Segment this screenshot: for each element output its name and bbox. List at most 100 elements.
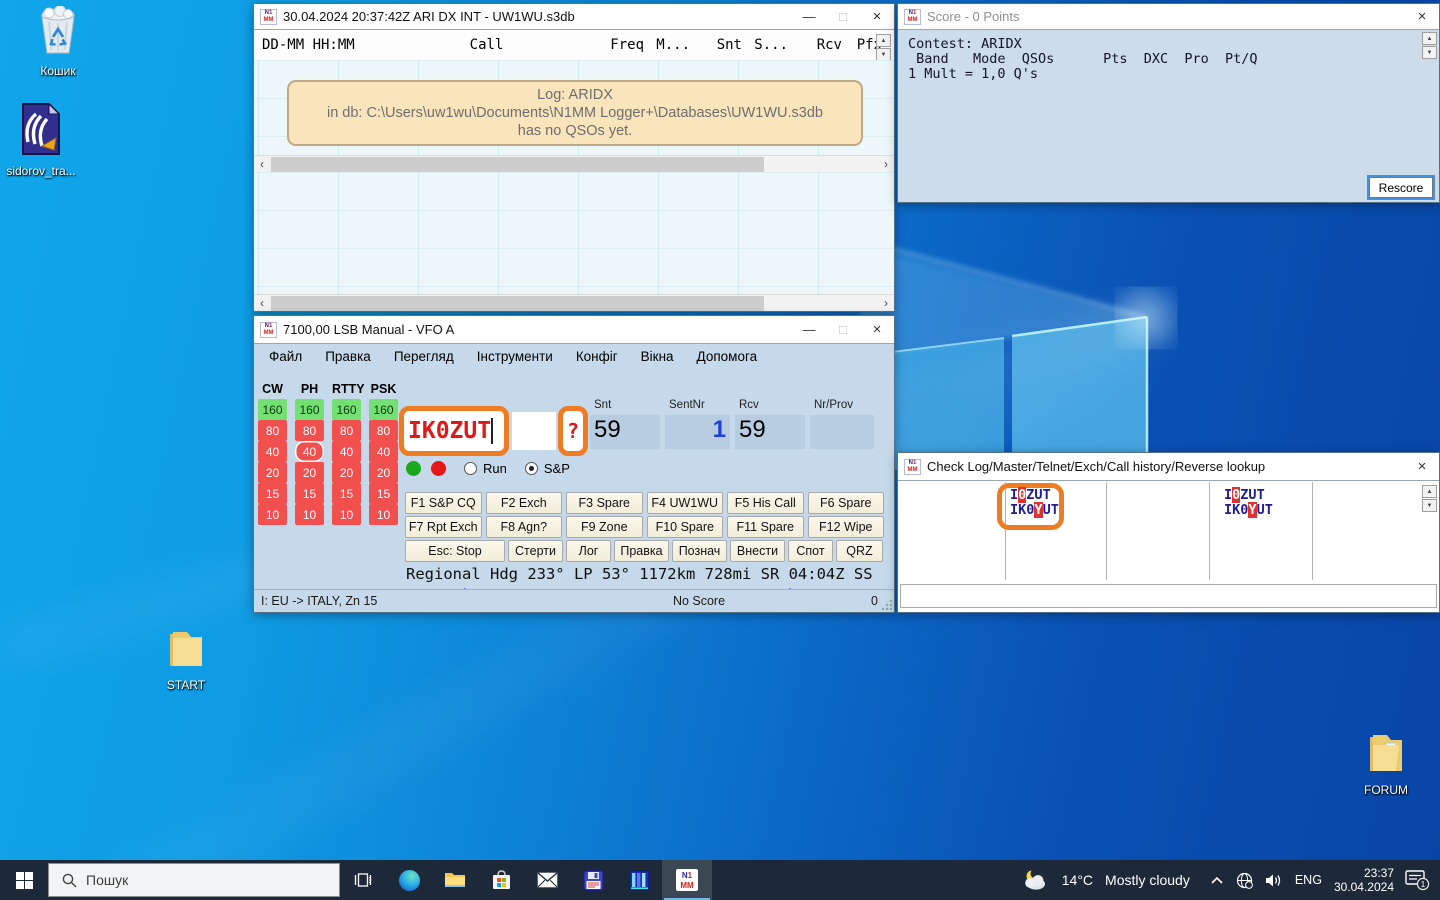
scroll-left-icon[interactable]: ‹ bbox=[254, 296, 270, 310]
log-column-header[interactable]: S... bbox=[742, 37, 788, 53]
function-key-button[interactable]: F7 Rpt Exch bbox=[405, 516, 482, 538]
sentnr-field[interactable]: 1 bbox=[665, 415, 730, 449]
function-key-button[interactable]: F11 Spare bbox=[727, 516, 804, 538]
language-indicator[interactable]: ENG bbox=[1289, 860, 1328, 900]
spin-down-icon[interactable]: ▼ bbox=[1422, 46, 1437, 59]
function-key-button[interactable]: F1 S&P CQ bbox=[405, 492, 482, 514]
band-button-PH-80[interactable]: 80 bbox=[295, 420, 324, 441]
taskbar-edge-button[interactable] bbox=[386, 860, 432, 900]
band-button-CW-10[interactable]: 10 bbox=[258, 504, 287, 525]
function-key-button[interactable]: F5 His Call bbox=[727, 492, 804, 514]
log-column-header[interactable]: DD-MM HH:MM bbox=[254, 37, 404, 53]
log-hscrollbar-lower[interactable]: ‹ › bbox=[254, 294, 894, 311]
sp-radio[interactable] bbox=[525, 462, 538, 475]
scroll-right-icon[interactable]: › bbox=[878, 296, 894, 310]
close-button[interactable]: × bbox=[860, 317, 894, 342]
maximize-button[interactable]: □ bbox=[826, 4, 860, 29]
taskbar-mail-button[interactable] bbox=[524, 860, 570, 900]
spin-down-icon[interactable]: ▼ bbox=[1422, 499, 1437, 512]
scrollbar-thumb[interactable] bbox=[271, 157, 764, 172]
score-window-titlebar[interactable]: N1MM Score - 0 Points × bbox=[898, 4, 1439, 30]
function-key-button[interactable]: F2 Exch bbox=[486, 492, 563, 514]
band-button-PSK-80[interactable]: 80 bbox=[369, 420, 398, 441]
band-button-RTTY-15[interactable]: 15 bbox=[332, 483, 361, 504]
help-button[interactable]: ? bbox=[558, 406, 588, 456]
menu-item[interactable]: Правка bbox=[325, 349, 371, 364]
log-hscrollbar-upper[interactable]: ‹ › bbox=[254, 155, 894, 172]
function-key-button[interactable]: Лог bbox=[566, 540, 611, 562]
log-column-header[interactable]: Call bbox=[404, 37, 569, 53]
function-key-button[interactable]: Спот bbox=[788, 540, 833, 562]
function-key-button[interactable]: Внести bbox=[730, 540, 785, 562]
function-key-button[interactable]: Стерти bbox=[508, 540, 563, 562]
log-column-header[interactable]: Freq bbox=[569, 37, 644, 53]
search-input[interactable]: Пошук bbox=[48, 863, 340, 897]
desktop-icon-sidorov-file[interactable]: sidorov_tra... bbox=[3, 102, 79, 178]
close-button[interactable]: × bbox=[1405, 454, 1439, 479]
band-button-CW-40[interactable]: 40 bbox=[258, 441, 287, 462]
band-button-PH-10[interactable]: 10 bbox=[295, 504, 324, 525]
spin-up-icon[interactable]: ▲ bbox=[1422, 485, 1437, 498]
spin-up-icon[interactable]: ▲ bbox=[1422, 32, 1437, 45]
band-button-PSK-160[interactable]: 160 bbox=[369, 399, 398, 420]
band-button-PH-40[interactable]: 40 bbox=[295, 441, 324, 462]
weather-temperature[interactable]: 14°C bbox=[1056, 860, 1099, 900]
function-key-button[interactable]: F6 Spare bbox=[808, 492, 885, 514]
close-button[interactable]: × bbox=[1405, 4, 1439, 29]
taskbar-n1mm-button[interactable]: N1MM bbox=[662, 860, 712, 900]
menu-item[interactable]: Файл bbox=[269, 349, 302, 364]
rescore-button[interactable]: Rescore bbox=[1369, 177, 1433, 198]
minimize-button[interactable]: — bbox=[792, 317, 826, 342]
check-callsign[interactable]: I0ZUT bbox=[1010, 488, 1059, 503]
menu-item[interactable]: Перегляд bbox=[394, 349, 454, 364]
function-key-button[interactable]: F10 Spare bbox=[647, 516, 724, 538]
callsign-input[interactable]: IK0ZUT bbox=[399, 406, 509, 456]
taskbar-store-button[interactable] bbox=[478, 860, 524, 900]
weather-description[interactable]: Mostly cloudy bbox=[1099, 860, 1204, 900]
band-button-PH-160[interactable]: 160 bbox=[295, 399, 324, 420]
log-column-header[interactable]: Snt bbox=[690, 37, 742, 53]
resize-grip[interactable] bbox=[882, 600, 892, 610]
maximize-button[interactable]: □ bbox=[826, 317, 860, 342]
band-button-PSK-15[interactable]: 15 bbox=[369, 483, 398, 504]
clock-widget[interactable]: 23:37 30.04.2024 bbox=[1328, 860, 1398, 900]
log-column-header[interactable]: M... bbox=[644, 37, 690, 53]
close-button[interactable]: × bbox=[860, 4, 894, 29]
function-key-button[interactable]: F3 Spare bbox=[566, 492, 643, 514]
log-window-titlebar[interactable]: N1MM 30.04.2024 20:37:42Z ARI DX INT - U… bbox=[254, 4, 894, 30]
function-key-button[interactable]: Познач bbox=[672, 540, 727, 562]
snt-field[interactable]: 59 bbox=[590, 415, 660, 449]
band-button-RTTY-40[interactable]: 40 bbox=[332, 441, 361, 462]
function-key-button[interactable]: F9 Zone bbox=[566, 516, 643, 538]
band-button-PSK-20[interactable]: 20 bbox=[369, 462, 398, 483]
scrollbar-thumb[interactable] bbox=[271, 296, 764, 311]
band-button-CW-15[interactable]: 15 bbox=[258, 483, 287, 504]
notification-center-button[interactable]: 1 bbox=[1398, 860, 1440, 900]
exchange-input[interactable] bbox=[512, 412, 556, 450]
task-view-button[interactable] bbox=[340, 860, 386, 900]
function-key-button[interactable]: QRZ bbox=[836, 540, 883, 562]
taskbar-explorer-button[interactable] bbox=[432, 860, 478, 900]
band-button-RTTY-20[interactable]: 20 bbox=[332, 462, 361, 483]
desktop-icon-recycle-bin[interactable]: Кошик bbox=[20, 6, 96, 78]
menu-item[interactable]: Інструменти bbox=[477, 349, 553, 364]
band-button-PH-20[interactable]: 20 bbox=[295, 462, 324, 483]
band-button-PSK-40[interactable]: 40 bbox=[369, 441, 398, 462]
start-button[interactable] bbox=[0, 860, 48, 900]
taskbar-floppy-app-button[interactable] bbox=[570, 860, 616, 900]
menu-item[interactable]: Допомога bbox=[697, 349, 758, 364]
check-callsign[interactable]: I0ZUT bbox=[1224, 488, 1273, 503]
function-key-button[interactable]: Правка bbox=[614, 540, 669, 562]
nrprov-field[interactable] bbox=[810, 415, 874, 449]
function-key-button[interactable]: F12 Wipe bbox=[808, 516, 885, 538]
band-button-PSK-10[interactable]: 10 bbox=[369, 504, 398, 525]
band-button-CW-80[interactable]: 80 bbox=[258, 420, 287, 441]
entry-window-titlebar[interactable]: N1MM 7100,00 LSB Manual - VFO A — □ × bbox=[254, 316, 894, 344]
menu-item[interactable]: Вікна bbox=[641, 349, 674, 364]
band-button-CW-20[interactable]: 20 bbox=[258, 462, 287, 483]
taskbar-library-app-button[interactable] bbox=[616, 860, 662, 900]
band-button-RTTY-10[interactable]: 10 bbox=[332, 504, 361, 525]
scroll-right-icon[interactable]: › bbox=[878, 157, 894, 171]
tray-overflow-button[interactable] bbox=[1204, 860, 1230, 900]
desktop-icon-start-folder[interactable]: START bbox=[148, 628, 224, 692]
